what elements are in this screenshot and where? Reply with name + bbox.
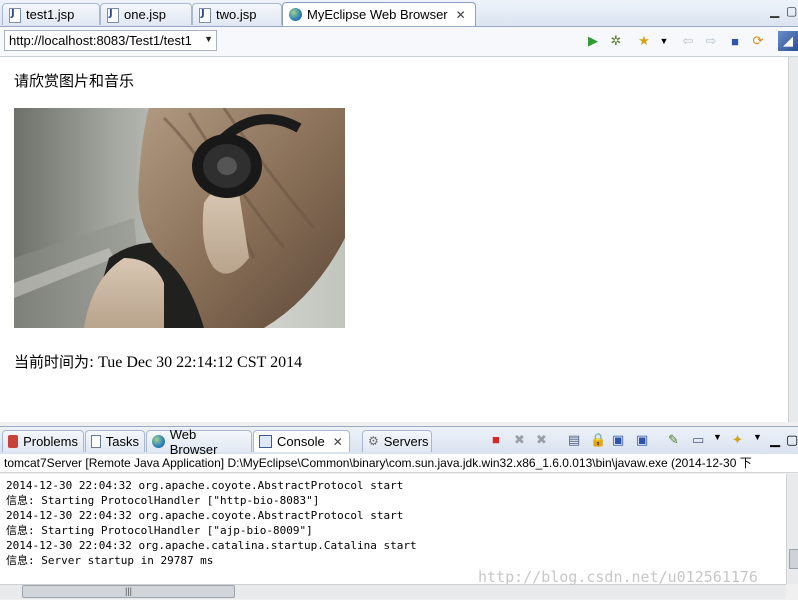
minimize-icon[interactable]: ▁ bbox=[770, 432, 780, 448]
tab-label: one.jsp bbox=[124, 7, 166, 22]
tab-console[interactable]: Console ✕ bbox=[253, 430, 350, 452]
tab-label: two.jsp bbox=[216, 7, 257, 22]
console-line: 信息: Starting ProtocolHandler ["http-bio-… bbox=[6, 494, 320, 507]
chevron-down-icon[interactable]: ▼ bbox=[713, 432, 722, 442]
problems-icon bbox=[8, 435, 19, 448]
jsp-file-icon bbox=[9, 7, 21, 23]
maximize-icon[interactable]: ▢ bbox=[786, 4, 797, 18]
editor-tab-one[interactable]: one.jsp bbox=[100, 3, 192, 25]
servers-icon: ⚙ bbox=[368, 434, 379, 448]
editor-tab-two[interactable]: two.jsp bbox=[192, 3, 282, 25]
tab-label: test1.jsp bbox=[26, 7, 75, 22]
current-time-line: 当前时间为: Tue Dec 30 22:14:12 CST 2014 bbox=[14, 351, 302, 372]
console-line: 信息: Server startup in 29787 ms bbox=[6, 554, 214, 567]
back-arrow-icon[interactable]: ⇦ bbox=[680, 33, 696, 49]
tab-servers[interactable]: ⚙ Servers bbox=[362, 430, 432, 452]
close-icon[interactable]: ✕ bbox=[456, 8, 466, 22]
debug-icon[interactable]: ✲ bbox=[608, 33, 624, 49]
page-heading: 请欣赏图片和音乐 bbox=[14, 72, 135, 90]
tab-problems[interactable]: Problems bbox=[2, 430, 84, 452]
refresh-icon[interactable]: ⟳ bbox=[750, 33, 766, 49]
forward-arrow-icon[interactable]: ⇨ bbox=[703, 33, 719, 49]
maximize-icon[interactable]: ▢ bbox=[786, 432, 798, 448]
tab-label: MyEclipse Web Browser bbox=[307, 7, 448, 22]
url-combobox[interactable]: http://localhost:8083/Test1/test1 ▼ bbox=[4, 30, 217, 51]
console-scroll-thumb[interactable] bbox=[789, 549, 798, 569]
pin-console-icon[interactable]: ✎ bbox=[668, 432, 679, 448]
scroll-lock-icon[interactable]: 🔒 bbox=[590, 432, 606, 448]
remove-launch-icon[interactable]: ✖ bbox=[514, 432, 525, 448]
tab-label: Console bbox=[277, 434, 325, 449]
terminate-icon[interactable]: ■ bbox=[492, 432, 500, 447]
display-console-icon[interactable]: ▭ bbox=[692, 432, 704, 448]
globe-icon bbox=[289, 8, 302, 21]
console-line: 2014-12-30 22:04:32 org.apache.catalina.… bbox=[6, 539, 417, 552]
clear-console-icon[interactable]: ▤ bbox=[568, 432, 580, 448]
console-process-title: tomcat7Server [Remote Java Application] … bbox=[0, 454, 798, 473]
minimize-icon[interactable]: ▁ bbox=[770, 4, 779, 18]
globe-icon bbox=[152, 435, 165, 448]
tab-label: Tasks bbox=[105, 434, 139, 449]
horizontal-scroll-thumb[interactable]: ||| bbox=[22, 585, 235, 598]
browser-vertical-scrollbar[interactable] bbox=[788, 57, 798, 422]
editor-tab-web-browser[interactable]: MyEclipse Web Browser ✕ bbox=[282, 2, 476, 26]
editor-tab-test1[interactable]: test1.jsp bbox=[2, 3, 100, 25]
console-icon bbox=[259, 435, 272, 448]
tab-label: Problems bbox=[23, 434, 78, 449]
close-icon[interactable]: ✕ bbox=[333, 435, 343, 449]
console-line: 2014-12-30 22:04:32 org.apache.coyote.Ab… bbox=[6, 479, 404, 492]
tasks-icon bbox=[91, 435, 101, 448]
myeclipse-logo-icon: ◢ bbox=[778, 31, 798, 51]
jsp-file-icon bbox=[199, 7, 211, 23]
stop-square-icon[interactable]: ■ bbox=[727, 33, 743, 49]
open-console-icon[interactable]: ✦ bbox=[732, 432, 743, 448]
star-icon[interactable]: ★ bbox=[636, 33, 652, 49]
tab-label: Web Browser bbox=[169, 426, 218, 457]
chevron-down-icon[interactable]: ▼ bbox=[656, 33, 672, 49]
console-line: 信息: Starting ProtocolHandler ["ajp-bio-8… bbox=[6, 524, 313, 537]
chevron-down-icon[interactable]: ▼ bbox=[753, 432, 762, 442]
tab-label: Servers bbox=[383, 434, 429, 449]
editor-tab-bar: test1.jsp one.jsp two.jsp MyEclipse Web … bbox=[0, 0, 798, 27]
photo-woman-with-headphones bbox=[14, 108, 345, 328]
show-stdout-icon[interactable]: ▣ bbox=[612, 432, 624, 448]
time-value: Tue Dec 30 22:14:12 CST 2014 bbox=[94, 354, 303, 371]
remove-all-icon[interactable]: ✖ bbox=[536, 432, 547, 448]
show-stderr-icon[interactable]: ▣ bbox=[636, 432, 648, 448]
run-icon[interactable]: ▶ bbox=[585, 33, 601, 49]
photo-illustration bbox=[14, 108, 345, 328]
tab-web-browser[interactable]: Web Browser bbox=[146, 427, 252, 457]
jsp-file-icon bbox=[107, 7, 119, 23]
time-label: 当前时间为: bbox=[14, 353, 95, 371]
watermark-url: http://blog.csdn.net/u012561176 bbox=[478, 568, 758, 586]
tab-tasks[interactable]: Tasks bbox=[85, 430, 145, 452]
url-text: http://localhost:8083/Test1/test1 bbox=[9, 33, 192, 48]
chevron-down-icon[interactable]: ▼ bbox=[204, 34, 213, 44]
browser-toolbar: http://localhost:8083/Test1/test1 ▼ bbox=[0, 27, 798, 57]
console-line: 2014-12-30 22:04:32 org.apache.coyote.Ab… bbox=[6, 509, 404, 522]
